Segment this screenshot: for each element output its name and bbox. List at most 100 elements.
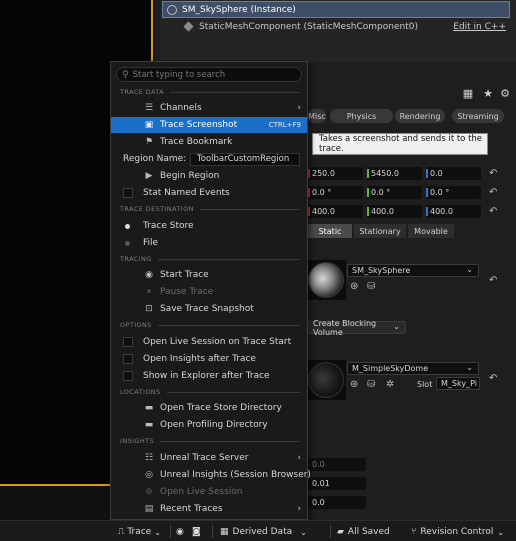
mobility-movable[interactable]: Movable — [408, 224, 454, 238]
trace-store-radio[interactable] — [125, 223, 130, 229]
status-bar: ⎍ Trace ⌄ ◉ ◙ ▦ Derived Data ⌄ ▰ All Sav… — [0, 520, 516, 541]
browse-material-icon[interactable]: ⛁ — [367, 379, 375, 390]
menu-item-open-live-session-on-start[interactable]: Open Live Session on Trace Start — [111, 334, 307, 350]
bookmark-icon: ⚑ — [144, 137, 154, 147]
rotation-z-field[interactable]: 0.0 ° — [426, 186, 481, 199]
actor-icon — [167, 4, 177, 15]
file-radio[interactable] — [125, 240, 130, 246]
pause-icon: ⏸ — [146, 287, 152, 297]
record-status-icon[interactable]: ◉ — [176, 524, 184, 540]
menu-item-trace-bookmark[interactable]: ⚑ Trace Bookmark — [111, 134, 307, 150]
menu-item-start-trace[interactable]: ◉ Start Trace — [111, 267, 307, 283]
menu-item-file[interactable]: File — [111, 235, 307, 251]
category-physics[interactable]: Physics — [330, 109, 393, 123]
trace-icon: ⎍ — [118, 527, 125, 537]
tree-item-actor[interactable]: SM_SkySphere (Instance) — [162, 1, 510, 18]
material-thumbnail[interactable] — [308, 362, 344, 398]
static-mesh-thumbnail[interactable] — [308, 262, 344, 298]
derived-data-icon: ▦ — [220, 527, 229, 537]
reset-static-mesh-icon[interactable]: ↶ — [489, 275, 497, 286]
region-name-input[interactable]: ToolbarCustomRegion — [190, 152, 300, 166]
scale-x-field[interactable]: 400.0 — [308, 205, 363, 218]
category-streaming[interactable]: Streaming — [452, 109, 504, 123]
folder-icon: ▬ — [144, 420, 154, 430]
menu-item-channels[interactable]: ☰ Channels › — [111, 100, 307, 116]
rotation-x-field[interactable]: 0.0 ° — [308, 186, 363, 199]
mobility-static[interactable]: Static — [308, 224, 352, 238]
menu-item-show-in-explorer[interactable]: Show in Explorer after Trace — [111, 368, 307, 384]
property-field-3[interactable]: 0.0 — [308, 496, 366, 509]
menu-item-pause-trace[interactable]: ⏸ Pause Trace — [111, 284, 307, 300]
reset-location-icon[interactable]: ↶ — [489, 168, 497, 179]
scale-z-field[interactable]: 400.0 — [426, 205, 481, 218]
channels-icon: ☰ — [144, 103, 154, 113]
trace-status-button[interactable]: ⎍ Trace ⌄ — [118, 524, 161, 540]
open-insights-checkbox[interactable] — [123, 354, 133, 364]
play-icon: ▶ — [145, 171, 153, 181]
scale-y-field[interactable]: 400.0 — [367, 205, 422, 218]
favorite-star-icon[interactable]: ★ — [482, 88, 494, 100]
menu-item-open-insights-after-trace[interactable]: Open Insights after Trace — [111, 351, 307, 367]
static-mesh-icon — [183, 21, 194, 32]
use-selected-material-icon[interactable]: ⊛ — [350, 379, 358, 390]
browse-asset-icon[interactable]: ⛁ — [367, 281, 375, 292]
location-y-field[interactable]: 5450.0 — [367, 167, 422, 180]
chevron-down-icon: ⌄ — [466, 363, 473, 372]
location-x-field[interactable]: 250.0 — [308, 167, 363, 180]
reset-material-icon[interactable]: ↶ — [489, 373, 497, 384]
tree-item-component-label: StaticMeshComponent (StaticMeshComponent… — [199, 21, 418, 32]
material-picker[interactable]: M_SimpleSkyDome ⌄ — [347, 362, 479, 375]
material-options-icon[interactable]: ✲ — [386, 379, 394, 390]
menu-item-save-trace-snapshot[interactable]: ⊡ Save Trace Snapshot — [111, 301, 307, 317]
menu-item-open-profiling-directory[interactable]: ▬ Open Profiling Directory — [111, 417, 307, 433]
all-saved-button[interactable]: ▰ All Saved — [337, 524, 390, 540]
record-icon: ◉ — [145, 270, 153, 280]
settings-gear-icon[interactable]: ⚙ — [499, 88, 511, 100]
category-rendering[interactable]: Rendering — [395, 109, 445, 123]
save-icon: ▰ — [337, 527, 344, 537]
show-in-explorer-checkbox[interactable] — [123, 371, 133, 381]
reset-scale-icon[interactable]: ↶ — [489, 206, 497, 217]
property-field-1[interactable]: 0.0 — [308, 458, 366, 471]
menu-item-unreal-trace-server[interactable]: ☷ Unreal Trace Server › — [111, 450, 307, 466]
menu-item-unreal-insights[interactable]: ◎ Unreal Insights (Session Browser) — [111, 467, 311, 483]
static-mesh-picker[interactable]: SM_SkySphere ⌄ — [347, 264, 479, 277]
submenu-arrow-icon: › — [297, 504, 301, 514]
use-selected-asset-icon[interactable]: ⊛ — [350, 281, 358, 292]
menu-item-open-live-session[interactable]: ⊕ Open Live Session — [111, 484, 307, 500]
stat-named-events-checkbox[interactable] — [123, 188, 133, 198]
menu-search-input[interactable]: ⚲ Start typing to search — [116, 67, 302, 82]
open-live-session-checkbox[interactable] — [123, 337, 133, 347]
static-mesh-thumbnail-frame — [306, 260, 346, 300]
revision-control-button[interactable]: ⑂ Revision Control ⌄ — [411, 524, 504, 540]
menu-item-open-trace-store-directory[interactable]: ▬ Open Trace Store Directory — [111, 400, 307, 416]
derived-data-button[interactable]: ▦ Derived Data ⌄ — [220, 524, 307, 540]
material-slot-field[interactable]: M_Sky_Pi — [436, 377, 480, 390]
edit-in-cpp-link[interactable]: Edit in C++ — [453, 22, 506, 32]
revision-control-icon: ⑂ — [411, 527, 417, 537]
slot-label: Slot — [417, 380, 433, 389]
rotation-y-field[interactable]: 0.0 ° — [367, 186, 422, 199]
menu-item-begin-region[interactable]: ▶ Begin Region — [111, 168, 307, 184]
camera-status-icon[interactable]: ◙ — [192, 524, 201, 540]
mobility-stationary[interactable]: Stationary — [354, 224, 406, 238]
chevron-down-icon: ⌄ — [393, 322, 400, 331]
location-z-field[interactable]: 0.0 — [426, 167, 481, 180]
tree-item-component[interactable]: StaticMeshComponent (StaticMeshComponent… — [162, 18, 510, 35]
chevron-down-icon: ⌄ — [300, 527, 307, 537]
status-separator — [170, 525, 171, 538]
section-insights: INSIGHTS — [120, 436, 300, 446]
menu-item-trace-store[interactable]: Trace Store — [111, 218, 307, 234]
table-view-icon[interactable]: ▦ — [462, 88, 474, 100]
create-blocking-volume-button[interactable]: Create Blocking Volume ⌄ — [308, 319, 406, 337]
category-misc[interactable]: Misc — [308, 109, 326, 123]
chevron-down-icon: ⌄ — [466, 265, 473, 274]
submenu-arrow-icon: › — [297, 103, 301, 113]
search-icon: ⚲ — [122, 69, 129, 80]
reset-rotation-icon[interactable]: ↶ — [489, 187, 497, 198]
menu-item-trace-screenshot[interactable]: ▣ Trace Screenshot CTRL+F9 — [111, 117, 307, 133]
property-field-2[interactable]: 0.01 — [308, 477, 366, 490]
section-options: OPTIONS — [120, 320, 300, 330]
menu-item-stat-named-events[interactable]: Stat Named Events — [111, 185, 307, 201]
menu-item-recent-traces[interactable]: ▤ Recent Traces › — [111, 501, 307, 517]
